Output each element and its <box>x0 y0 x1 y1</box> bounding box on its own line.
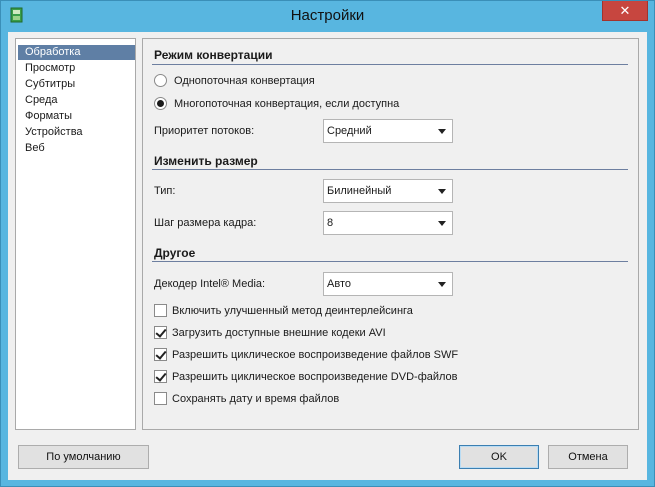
sidebar-item-preview[interactable]: Просмотр <box>18 61 135 76</box>
priority-dropdown[interactable]: Средний <box>323 119 453 143</box>
sidebar-item-devices[interactable]: Устройства <box>18 125 135 140</box>
frame-step-dropdown[interactable]: 8 <box>323 211 453 235</box>
chevron-down-icon <box>438 221 446 226</box>
title-bar[interactable]: Настройки ✕ <box>1 1 654 32</box>
resize-type-label: Тип: <box>154 185 176 197</box>
section-title-conversion: Режим конвертации <box>154 48 273 62</box>
avi-codecs-checkbox[interactable] <box>154 326 167 339</box>
close-button[interactable]: ✕ <box>602 1 648 21</box>
close-icon: ✕ <box>619 3 631 18</box>
deinterlace-label: Включить улучшенный метод деинтерлейсинг… <box>172 305 413 317</box>
single-thread-radio[interactable] <box>154 74 167 87</box>
sidebar-item-subtitles[interactable]: Субтитры <box>18 77 135 92</box>
multi-thread-radio[interactable] <box>154 97 167 110</box>
dvd-loop-label: Разрешить циклическое воспроизведение DV… <box>172 371 458 383</box>
section-divider <box>152 261 628 262</box>
decoder-dropdown[interactable]: Авто <box>323 272 453 296</box>
sidebar-item-environment[interactable]: Среда <box>18 93 135 108</box>
settings-panel: Режим конвертации Однопоточная конвертац… <box>142 38 639 430</box>
dvd-loop-checkbox[interactable] <box>154 370 167 383</box>
section-divider <box>152 169 628 170</box>
decoder-label: Декодер Intel® Media: <box>154 278 266 290</box>
priority-value: Средний <box>327 125 372 137</box>
settings-window: Настройки ✕ Обработка Просмотр Субтитры … <box>0 0 655 487</box>
single-thread-label: Однопоточная конвертация <box>174 75 315 87</box>
keep-datetime-label: Сохранять дату и время файлов <box>172 393 340 405</box>
cancel-button[interactable]: Отмена <box>548 445 628 469</box>
frame-step-value: 8 <box>327 217 334 229</box>
resize-type-value: Билинейный <box>327 185 392 197</box>
sidebar-item-formats[interactable]: Форматы <box>18 109 135 124</box>
section-title-other: Другое <box>154 246 196 260</box>
frame-step-label: Шаг размера кадра: <box>154 217 257 229</box>
swf-loop-checkbox[interactable] <box>154 348 167 361</box>
swf-loop-label: Разрешить циклическое воспроизведение фа… <box>172 349 459 361</box>
avi-codecs-label: Загрузить доступные внешние кодеки AVI <box>172 327 386 339</box>
category-list: Обработка Просмотр Субтитры Среда Формат… <box>15 38 136 430</box>
keep-datetime-checkbox[interactable] <box>154 392 167 405</box>
ok-button[interactable]: OK <box>459 445 539 469</box>
priority-label: Приоритет потоков: <box>154 125 255 137</box>
chevron-down-icon <box>438 189 446 194</box>
chevron-down-icon <box>438 129 446 134</box>
multi-thread-label: Многопоточная конвертация, если доступна <box>174 98 400 110</box>
window-title: Настройки <box>290 7 365 24</box>
sidebar-item-web[interactable]: Веб <box>18 141 135 156</box>
resize-type-dropdown[interactable]: Билинейный <box>323 179 453 203</box>
sidebar-item-processing[interactable]: Обработка <box>18 45 135 60</box>
dialog-body: Обработка Просмотр Субтитры Среда Формат… <box>8 32 647 480</box>
deinterlace-checkbox[interactable] <box>154 304 167 317</box>
chevron-down-icon <box>438 282 446 287</box>
decoder-value: Авто <box>327 278 351 290</box>
section-title-resize: Изменить размер <box>154 154 258 168</box>
default-button[interactable]: По умолчанию <box>18 445 149 469</box>
section-divider <box>152 64 628 65</box>
